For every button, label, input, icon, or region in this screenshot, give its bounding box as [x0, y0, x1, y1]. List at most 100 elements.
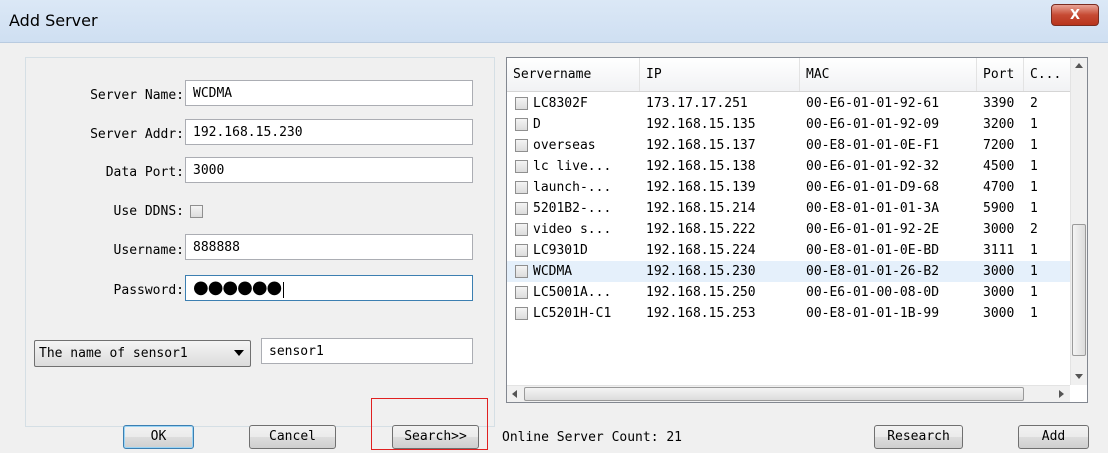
cell-name: LC5201H-C1	[533, 306, 612, 321]
server-name-field[interactable]: WCDMA	[185, 80, 473, 106]
title-bar[interactable]: Add Server X	[0, 0, 1108, 43]
cell-c: 1	[1030, 243, 1038, 258]
cell-c: 1	[1030, 285, 1038, 300]
scroll-up-icon[interactable]	[1075, 63, 1083, 68]
server-settings-group: Server Name: WCDMA Server Addr: 192.168.…	[25, 57, 495, 427]
cancel-button[interactable]: Cancel	[249, 425, 336, 449]
cell-port: 3000	[983, 222, 1015, 237]
server-list-row[interactable]: 5201B2-... 192.168.15.214 00-E8-01-01-01-3…	[507, 198, 1070, 219]
server-list-row[interactable]: D 192.168.15.135 00-E6-01-01-92-09 3200 1	[507, 114, 1070, 135]
cell-name: overseas	[533, 138, 596, 153]
scroll-left-icon[interactable]	[512, 390, 517, 398]
cell-c: 1	[1030, 306, 1038, 321]
cell-mac: 00-E6-01-01-D9-68	[806, 180, 940, 195]
password-field[interactable]: ●●●●●●	[185, 275, 473, 301]
cell-port: 5900	[983, 201, 1015, 216]
cell-ip: 192.168.15.139	[646, 180, 756, 195]
cell-name: LC5001A...	[533, 285, 612, 300]
cell-ip: 192.168.15.230	[646, 264, 756, 279]
cell-port: 4500	[983, 159, 1015, 174]
add-button[interactable]: Add	[1018, 425, 1089, 449]
row-checkbox[interactable]	[515, 307, 528, 320]
cell-ip: 192.168.15.214	[646, 201, 756, 216]
cell-name: 5201B2-...	[533, 201, 612, 216]
cell-name: launch-...	[533, 180, 612, 195]
server-list-row[interactable]: LC9301D 192.168.15.224 00-E8-01-01-0E-BD 31…	[507, 240, 1070, 261]
row-checkbox[interactable]	[515, 265, 528, 278]
server-list[interactable]: Servername IP MAC Port C... LC8302F 173.1…	[506, 57, 1088, 403]
row-checkbox[interactable]	[515, 118, 528, 131]
data-port-label: Data Port:	[105, 165, 184, 180]
row-checkbox[interactable]	[515, 139, 528, 152]
row-checkbox[interactable]	[515, 160, 528, 173]
cell-mac: 00-E8-01-01-1B-99	[806, 306, 940, 321]
cell-port: 3000	[983, 264, 1015, 279]
sensor-select[interactable]: The name of sensor1	[34, 340, 251, 367]
cell-c: 1	[1030, 264, 1038, 279]
server-name-label: Server Name:	[90, 88, 184, 103]
cell-mac: 00-E8-01-01-26-B2	[806, 264, 940, 279]
ok-button[interactable]: OK	[123, 425, 194, 449]
row-checkbox[interactable]	[515, 244, 528, 257]
sensor-name-field[interactable]: sensor1	[261, 338, 473, 364]
cell-mac: 00-E6-01-00-08-0D	[806, 285, 940, 300]
server-list-header: Servername IP MAC Port C...	[507, 58, 1070, 92]
cell-ip: 192.168.15.138	[646, 159, 756, 174]
column-mac[interactable]: MAC	[800, 58, 977, 91]
cell-name: video s...	[533, 222, 612, 237]
cell-c: 1	[1030, 180, 1038, 195]
cell-port: 4700	[983, 180, 1015, 195]
dialog-body: Server Name: WCDMA Server Addr: 192.168.…	[9, 43, 1099, 453]
cell-mac: 00-E6-01-01-92-61	[806, 96, 940, 111]
use-ddns-label: Use DDNS:	[113, 204, 184, 219]
server-list-row[interactable]: LC8302F 173.17.17.251 00-E6-01-01-92-61 339…	[507, 93, 1070, 114]
data-port-field[interactable]: 3000	[185, 157, 473, 183]
cell-mac: 00-E8-01-01-0E-BD	[806, 243, 940, 258]
vertical-scrollbar[interactable]	[1070, 58, 1087, 385]
column-ip[interactable]: IP	[640, 58, 800, 91]
cell-port: 3390	[983, 96, 1015, 111]
password-label: Password:	[113, 283, 184, 298]
cell-ip: 192.168.15.137	[646, 138, 756, 153]
horizontal-scrollbar[interactable]	[507, 385, 1070, 402]
column-count[interactable]: C...	[1024, 58, 1070, 91]
add-server-dialog: Add Server X Server Name: WCDMA Server A…	[0, 0, 1108, 453]
horizontal-scroll-thumb[interactable]	[524, 387, 1024, 401]
cell-port: 3200	[983, 117, 1015, 132]
row-checkbox[interactable]	[515, 97, 528, 110]
cell-ip: 192.168.15.250	[646, 285, 756, 300]
cell-mac: 00-E6-01-01-92-2E	[806, 222, 940, 237]
column-port[interactable]: Port	[977, 58, 1024, 91]
cell-mac: 00-E6-01-01-92-32	[806, 159, 940, 174]
column-servername[interactable]: Servername	[507, 58, 640, 91]
cell-port: 3000	[983, 285, 1015, 300]
server-list-row[interactable]: video s... 192.168.15.222 00-E6-01-01-92-2…	[507, 219, 1070, 240]
server-addr-field[interactable]: 192.168.15.230	[185, 119, 473, 145]
use-ddns-checkbox[interactable]	[190, 205, 203, 218]
row-checkbox[interactable]	[515, 202, 528, 215]
research-button[interactable]: Research	[874, 425, 963, 449]
server-list-row[interactable]: overseas 192.168.15.137 00-E8-01-01-0E-F1 7…	[507, 135, 1070, 156]
cell-ip: 192.168.15.253	[646, 306, 756, 321]
cell-ip: 173.17.17.251	[646, 96, 748, 111]
cell-c: 2	[1030, 96, 1038, 111]
chevron-down-icon	[234, 350, 244, 356]
row-checkbox[interactable]	[515, 181, 528, 194]
cell-c: 1	[1030, 159, 1038, 174]
scroll-down-icon[interactable]	[1075, 374, 1083, 379]
row-checkbox[interactable]	[515, 286, 528, 299]
cell-name: LC8302F	[533, 96, 588, 111]
server-list-row[interactable]: LC5001A... 192.168.15.250 00-E6-01-00-08-0…	[507, 282, 1070, 303]
server-list-row[interactable]: LC5201H-C1 192.168.15.253 00-E8-01-01-1B-9…	[507, 303, 1070, 324]
cell-port: 7200	[983, 138, 1015, 153]
cell-c: 2	[1030, 222, 1038, 237]
server-list-row[interactable]: launch-... 192.168.15.139 00-E6-01-01-D9-6…	[507, 177, 1070, 198]
cell-mac: 00-E8-01-01-0E-F1	[806, 138, 940, 153]
username-field[interactable]: 888888	[185, 234, 473, 260]
scroll-right-icon[interactable]	[1059, 390, 1064, 398]
row-checkbox[interactable]	[515, 223, 528, 236]
server-list-row[interactable]: lc live... 192.168.15.138 00-E6-01-01-92-3…	[507, 156, 1070, 177]
vertical-scroll-thumb[interactable]	[1072, 224, 1086, 356]
close-button[interactable]: X	[1051, 4, 1099, 26]
server-list-row[interactable]: WCDMA 192.168.15.230 00-E8-01-01-26-B2 3000…	[507, 261, 1070, 282]
